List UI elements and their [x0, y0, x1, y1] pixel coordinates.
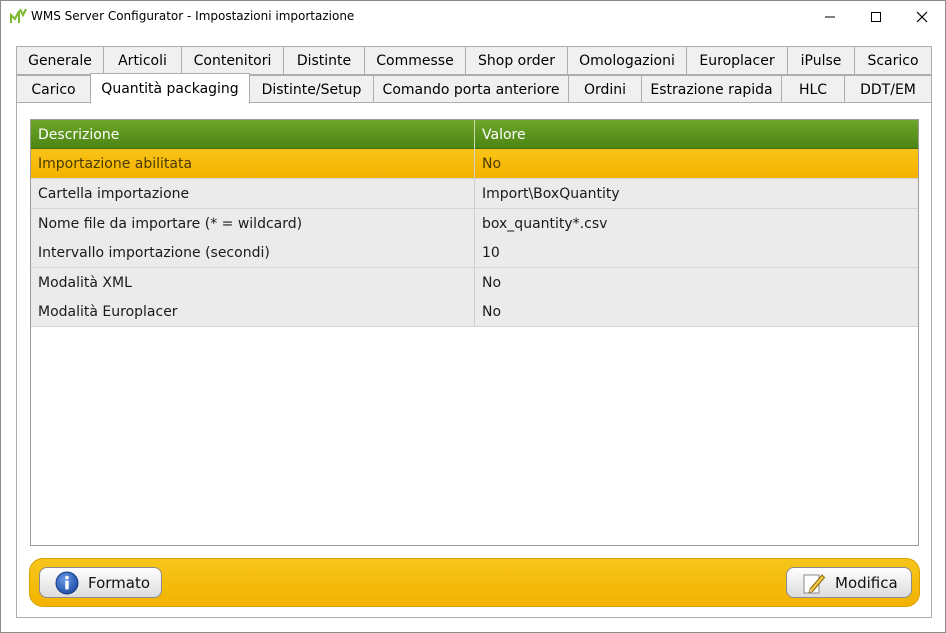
tab-ordini[interactable]: Ordini: [568, 75, 642, 104]
grid-header: Descrizione Valore: [31, 120, 918, 149]
tab-content-panel: Descrizione Valore Importazione abilitat…: [16, 102, 932, 618]
tab-comando-porta-anteriore[interactable]: Comando porta anteriore: [373, 75, 569, 104]
row-value: No: [482, 303, 502, 320]
row-value: No: [482, 155, 502, 172]
grid-row[interactable]: Intervallo importazione (secondi) 10: [31, 238, 918, 268]
row-description: Cartella importazione: [38, 185, 190, 202]
title-bar: WMS Server Configurator - Impostazioni i…: [1, 1, 945, 32]
row-description: Modalità Europlacer: [38, 303, 178, 320]
tab-europlacer[interactable]: Europlacer: [686, 46, 788, 75]
minimize-icon: [825, 16, 835, 17]
app-window: WMS Server Configurator - Impostazioni i…: [0, 0, 946, 633]
row-value: box_quantity*.csv: [482, 215, 608, 232]
grid-row[interactable]: Importazione abilitata No: [31, 149, 918, 179]
row-description: Intervallo importazione (secondi): [38, 244, 270, 261]
tab-quantita-packaging[interactable]: Quantità packaging: [90, 73, 250, 104]
app-logo-icon: [10, 8, 27, 23]
action-toolbar: Formato Modifica: [29, 558, 920, 607]
grid-row[interactable]: Modalità XML No: [31, 268, 918, 298]
row-description: Modalità XML: [38, 274, 132, 291]
formato-button[interactable]: Formato: [39, 567, 162, 598]
row-value: No: [482, 274, 502, 291]
tab-ddt-em[interactable]: DDT/EM: [844, 75, 932, 104]
tab-generale[interactable]: Generale: [16, 46, 104, 75]
row-description: Nome file da importare (* = wildcard): [38, 215, 303, 232]
row-description: Importazione abilitata: [38, 155, 193, 172]
tab-scarico[interactable]: Scarico: [854, 46, 932, 75]
tab-commesse[interactable]: Commesse: [364, 46, 466, 75]
maximize-icon: [871, 11, 881, 22]
formato-label: Formato: [88, 573, 151, 592]
tab-shop-order[interactable]: Shop order: [465, 46, 568, 75]
column-header-valore[interactable]: Valore: [475, 120, 918, 149]
close-button[interactable]: [899, 1, 945, 32]
modifica-label: Modifica: [835, 573, 898, 592]
maximize-button[interactable]: [853, 1, 899, 32]
window-title: WMS Server Configurator - Impostazioni i…: [31, 9, 355, 23]
tab-distinte[interactable]: Distinte: [283, 46, 365, 75]
tab-strip: Generale Articoli Contenitori Distinte C…: [16, 46, 932, 104]
grid-row[interactable]: Modalità Europlacer No: [31, 297, 918, 327]
tab-omologazioni[interactable]: Omologazioni: [567, 46, 687, 75]
tab-estrazione-rapida[interactable]: Estrazione rapida: [641, 75, 782, 104]
close-icon: [916, 11, 928, 22]
info-icon: [55, 571, 79, 594]
minimize-button[interactable]: [807, 1, 853, 32]
tab-hlc[interactable]: HLC: [781, 75, 845, 104]
tab-ipulse[interactable]: iPulse: [787, 46, 855, 75]
grid-row[interactable]: Nome file da importare (* = wildcard) bo…: [31, 209, 918, 239]
tab-distinte-setup[interactable]: Distinte/Setup: [249, 75, 374, 104]
modifica-button[interactable]: Modifica: [786, 567, 912, 598]
tab-articoli[interactable]: Articoli: [103, 46, 182, 75]
column-header-descrizione[interactable]: Descrizione: [31, 120, 474, 149]
row-value: Import\BoxQuantity: [482, 185, 620, 202]
tab-contenitori[interactable]: Contenitori: [181, 46, 284, 75]
tab-carico[interactable]: Carico: [16, 75, 91, 104]
grid-row[interactable]: Cartella importazione Import\BoxQuantity: [31, 179, 918, 209]
row-value: 10: [482, 244, 500, 261]
pencil-icon: [803, 573, 826, 593]
settings-grid: Descrizione Valore Importazione abilitat…: [30, 119, 919, 546]
